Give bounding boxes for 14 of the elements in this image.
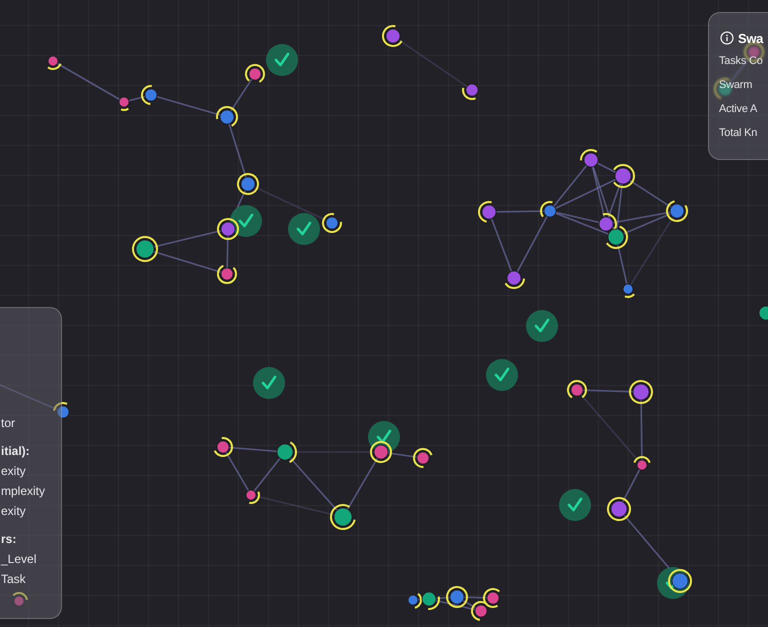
legend-label: exity <box>1 463 26 480</box>
legend-label: exity <box>1 503 26 520</box>
legend-label: mplexity <box>1 483 46 500</box>
stat-label: Tasks Co <box>719 54 763 69</box>
panel-title: Swa <box>738 30 764 46</box>
legend-heading: itial): <box>1 443 30 460</box>
info-icon <box>720 31 734 45</box>
stat-label: Active A <box>719 102 758 117</box>
stat-label: Swarm <box>719 78 752 93</box>
legend-label: _Level <box>1 551 36 568</box>
legend-label: tor <box>1 415 16 432</box>
legend-heading: rs: <box>1 531 16 548</box>
legend-label: Task <box>1 571 26 588</box>
stat-label: Total Kn <box>719 126 758 141</box>
